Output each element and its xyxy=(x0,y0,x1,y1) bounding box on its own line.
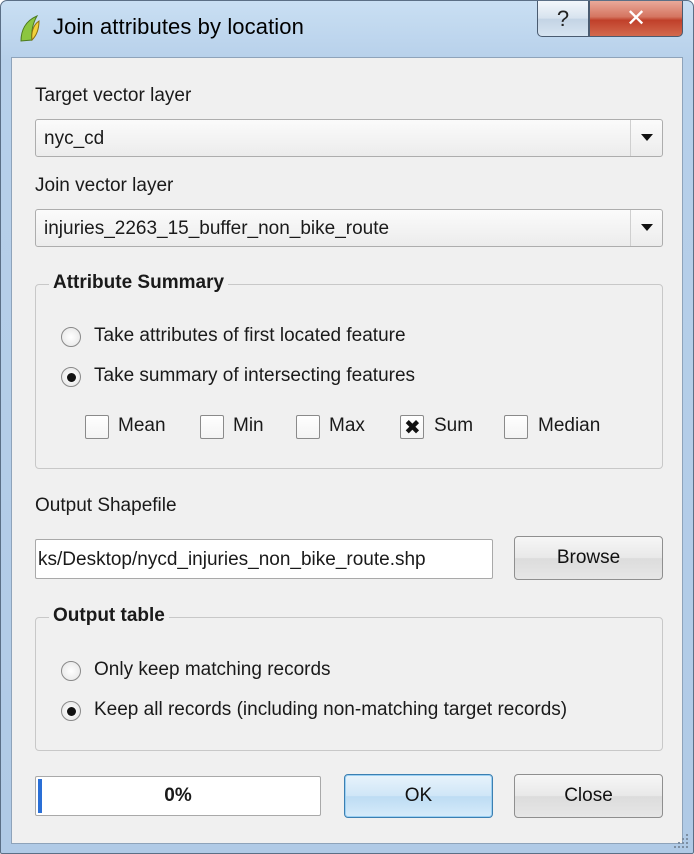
radio-summary-label[interactable]: Take summary of intersecting features xyxy=(94,365,415,387)
qgis-logo-icon xyxy=(20,14,40,42)
ok-button-label: OK xyxy=(404,785,433,806)
checkbox-mean-label[interactable]: Mean xyxy=(118,415,166,437)
checkbox-median-label[interactable]: Median xyxy=(538,415,600,437)
close-icon: ✕ xyxy=(625,5,647,32)
dialog-window: Join attributes by location ? ✕ Target v… xyxy=(0,0,694,854)
checkbox-min-label[interactable]: Min xyxy=(233,415,264,437)
target-layer-label: Target vector layer xyxy=(35,85,192,106)
radio-first-feature[interactable] xyxy=(61,327,81,347)
join-layer-value: injuries_2263_15_buffer_non_bike_route xyxy=(44,218,390,239)
checkbox-mean[interactable] xyxy=(85,415,109,439)
target-layer-combo[interactable]: nyc_cd xyxy=(35,119,663,157)
radio-keep-all[interactable] xyxy=(61,701,81,721)
dialog-body: Target vector layer nyc_cd Join vector l… xyxy=(11,57,683,844)
target-layer-value: nyc_cd xyxy=(44,128,105,149)
output-table-group xyxy=(35,617,663,751)
close-button-label: Close xyxy=(564,785,613,806)
output-path-field[interactable]: ks/Desktop/nycd_injuries_non_bike_route.… xyxy=(35,539,493,579)
checkbox-sum-label[interactable]: Sum xyxy=(434,415,473,437)
window-title: Join attributes by location xyxy=(53,14,304,39)
output-shapefile-label: Output Shapefile xyxy=(35,495,177,516)
checkbox-max-label[interactable]: Max xyxy=(329,415,365,437)
checkbox-max[interactable] xyxy=(296,415,320,439)
help-icon: ? xyxy=(556,5,570,31)
title-bar[interactable]: Join attributes by location ? ✕ xyxy=(1,1,693,57)
output-path-value: ks/Desktop/nycd_injuries_non_bike_route.… xyxy=(38,549,426,570)
browse-button-label: Browse xyxy=(556,547,621,568)
checkbox-min[interactable] xyxy=(200,415,224,439)
join-layer-dropdown[interactable] xyxy=(630,210,662,246)
radio-matching-only[interactable] xyxy=(61,661,81,681)
radio-summary[interactable] xyxy=(61,367,81,387)
chevron-down-icon xyxy=(641,224,653,231)
join-layer-label: Join vector layer xyxy=(35,175,174,196)
check-x-icon: ✖ xyxy=(404,417,421,439)
progress-text: 0% xyxy=(164,785,192,806)
attribute-summary-title: Attribute Summary xyxy=(49,272,229,294)
radio-matching-only-label[interactable]: Only keep matching records xyxy=(94,659,331,681)
join-layer-combo[interactable]: injuries_2263_15_buffer_non_bike_route xyxy=(35,209,663,247)
ok-button[interactable]: OK xyxy=(344,774,493,818)
checkbox-median[interactable] xyxy=(504,415,528,439)
browse-button[interactable]: Browse xyxy=(514,536,663,580)
help-button[interactable]: ? xyxy=(537,1,589,37)
output-table-title: Output table xyxy=(49,605,169,627)
progress-bar: 0% xyxy=(35,776,321,816)
radio-keep-all-label[interactable]: Keep all records (including non-matching… xyxy=(94,699,567,721)
target-layer-dropdown[interactable] xyxy=(630,120,662,156)
checkbox-sum[interactable]: ✖ xyxy=(400,415,424,439)
chevron-down-icon xyxy=(641,134,653,141)
radio-first-feature-label[interactable]: Take attributes of first located feature xyxy=(94,325,406,347)
window-close-button[interactable]: ✕ xyxy=(589,1,683,37)
close-button[interactable]: Close xyxy=(514,774,663,818)
resize-grip-icon[interactable] xyxy=(669,829,691,851)
